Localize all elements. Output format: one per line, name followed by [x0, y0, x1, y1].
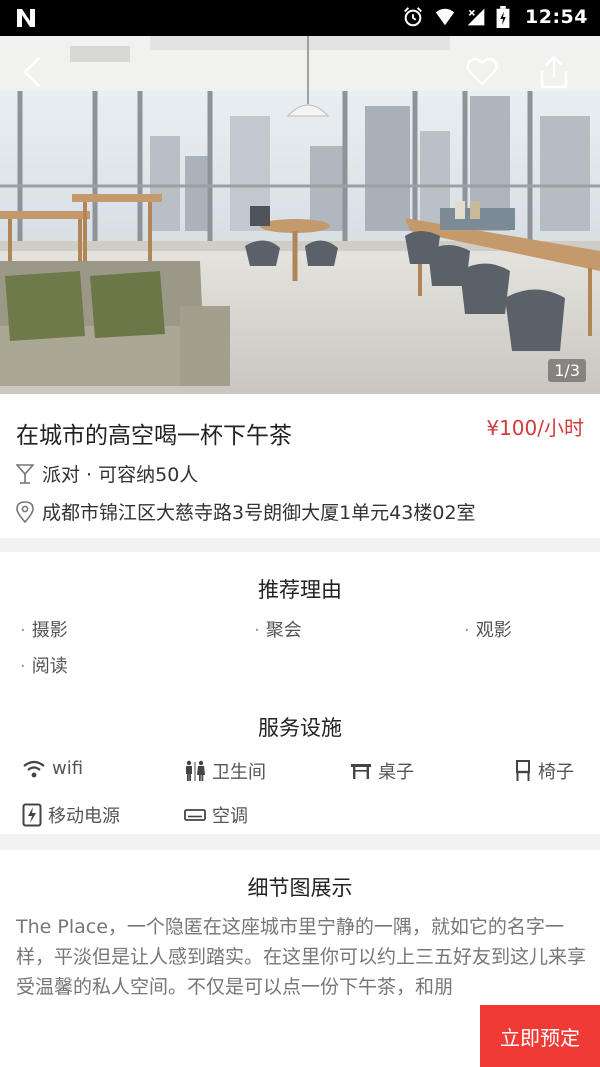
venue-address-row[interactable]: 成都市锦江区大慈寺路3号朗御大厦1单元43楼02室: [16, 498, 476, 525]
power-bank-icon: [22, 803, 42, 827]
battery-icon: [496, 6, 510, 28]
reason-item: · 摄影: [20, 620, 68, 641]
facility-chair: 椅子: [514, 758, 574, 784]
chevron-left-icon: [23, 57, 40, 87]
venue-photo-gallery[interactable]: 1/3: [0, 36, 600, 394]
venue-photo: [0, 36, 600, 394]
back-button[interactable]: [10, 50, 54, 94]
chair-icon: [516, 760, 530, 781]
reason-item: · 阅读: [20, 656, 68, 677]
status-time: 12:54: [525, 6, 588, 28]
cocktail-icon: [16, 463, 34, 484]
status-bar: 12:54: [0, 0, 600, 36]
wifi-signal-icon: [435, 8, 455, 26]
facility-wifi: wifi: [22, 758, 83, 779]
facility-table: 桌子: [350, 758, 414, 784]
facility-restroom: 卫生间: [184, 758, 266, 784]
favorite-button[interactable]: [460, 50, 504, 94]
facility-air-conditioner: 空调: [184, 802, 248, 828]
alarm-icon: [404, 7, 422, 27]
heart-icon: [466, 57, 498, 86]
wifi-icon: [23, 760, 45, 777]
details-title: 细节图展示: [247, 876, 353, 900]
location-pin-icon: [16, 500, 34, 523]
venue-type-capacity: 派对 · 可容纳50人: [42, 464, 199, 486]
details-description: The Place，一个隐匿在这座城市里宁静的一隅，就如它的名字一样，平淡但是让…: [16, 916, 587, 998]
facility-power-bank: 移动电源: [22, 802, 120, 828]
notification-n-icon: [17, 9, 35, 27]
share-icon: [540, 55, 568, 89]
restroom-icon: [186, 760, 205, 781]
facilities-title: 服务设施: [258, 716, 342, 740]
venue-type-row: 派对 · 可容纳50人: [16, 460, 198, 487]
recommendations-panel: 推荐理由 · 摄影 · 聚会 · 观影 · 阅读 服务设施 wifi 卫生间 桌…: [0, 552, 600, 834]
table-icon: [351, 764, 371, 779]
reason-item: · 观影: [464, 620, 512, 641]
cell-signal-icon: [467, 8, 485, 26]
venue-address: 成都市锦江区大慈寺路3号朗御大厦1单元43楼02室: [42, 502, 476, 524]
book-now-button[interactable]: 立即预定: [480, 1005, 600, 1067]
venue-price: ¥100/小时: [486, 416, 584, 440]
venue-title: 在城市的高空喝一杯下午茶: [16, 423, 292, 449]
air-conditioner-icon: [184, 809, 206, 821]
share-button[interactable]: [532, 50, 576, 94]
reasons-title: 推荐理由: [258, 578, 342, 602]
gallery-counter: 1/3: [548, 359, 586, 382]
reason-item: · 聚会: [254, 620, 302, 641]
venue-info: 在城市的高空喝一杯下午茶 ¥100/小时 派对 · 可容纳50人 成都市锦江区大…: [0, 394, 600, 538]
